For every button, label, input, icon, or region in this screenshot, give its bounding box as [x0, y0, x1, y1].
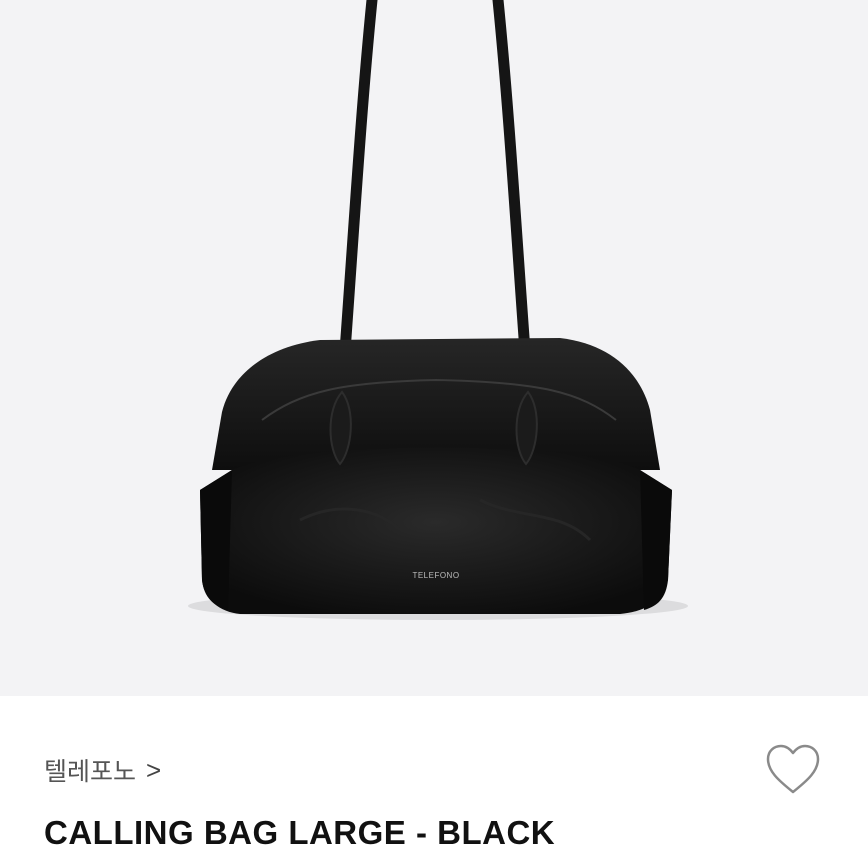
- product-title: CALLING BAG LARGE - BLACK: [44, 814, 556, 851]
- heart-outline-icon: [766, 744, 820, 794]
- wishlist-button[interactable]: [764, 742, 822, 796]
- chevron-right-icon: >: [146, 755, 162, 785]
- left-strap: [336, 0, 378, 398]
- bag-body: [200, 447, 672, 614]
- product-image[interactable]: TELEFONO: [0, 0, 868, 696]
- right-strap: [492, 0, 534, 398]
- bag-logo: TELEFONO: [412, 571, 459, 580]
- bag-illustration: TELEFONO: [188, 0, 688, 620]
- brand-link[interactable]: 텔레포노 >: [44, 752, 161, 788]
- brand-name: 텔레포노: [44, 758, 137, 786]
